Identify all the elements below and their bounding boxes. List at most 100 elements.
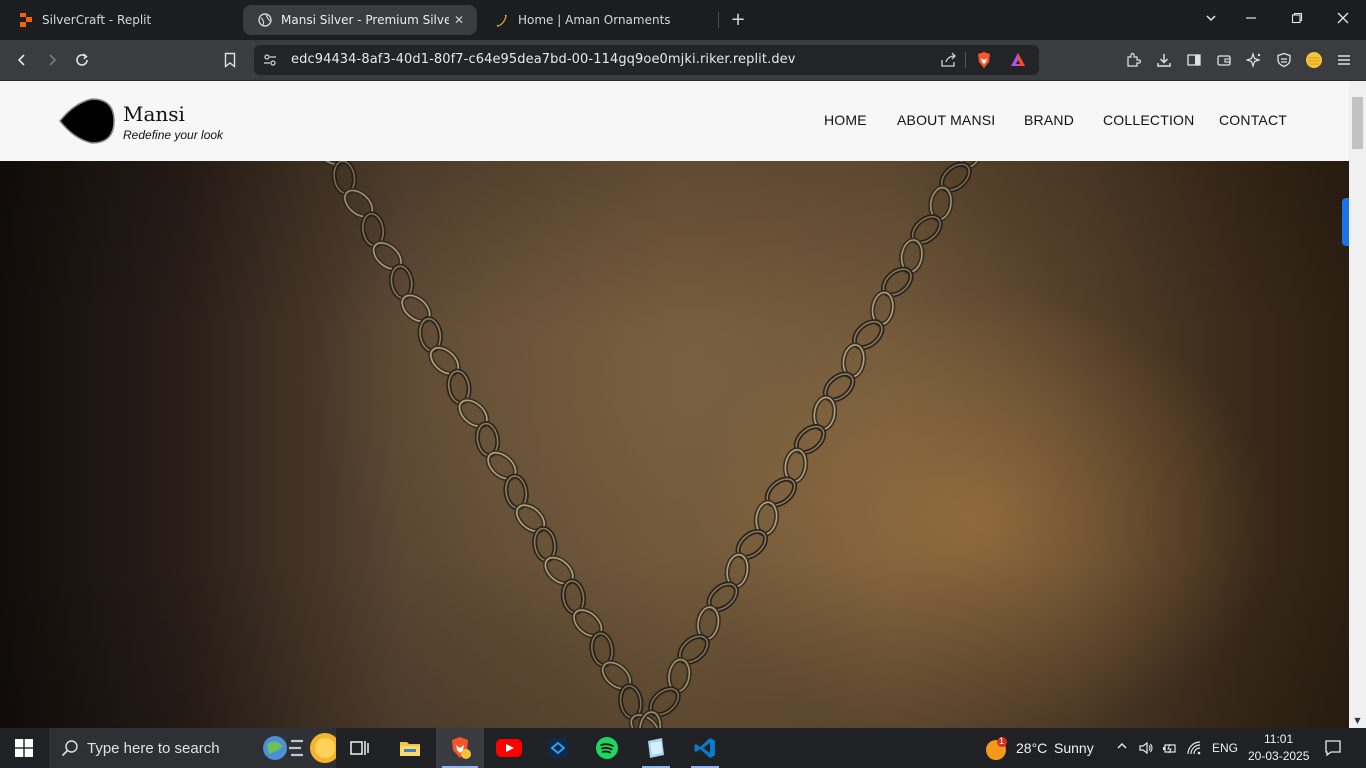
chain-link-highlight xyxy=(458,399,488,428)
minimize-button[interactable] xyxy=(1239,8,1263,32)
task-view-button[interactable] xyxy=(336,728,384,768)
chain-link xyxy=(428,345,461,377)
chain-link xyxy=(331,161,357,196)
url-text[interactable]: edc94434-8af3-40d1-80f7-c64e95dea7bd-00-… xyxy=(291,52,796,67)
chain-link xyxy=(399,292,433,324)
brave-rewards-icon[interactable] xyxy=(1009,51,1027,73)
chain-link-highlight xyxy=(333,161,356,194)
close-icon[interactable]: ✕ xyxy=(451,12,467,28)
chain-link xyxy=(735,528,769,560)
chain-link-highlight xyxy=(737,530,767,559)
vpn-shield-icon[interactable] xyxy=(1272,48,1296,72)
chain-link-highlight xyxy=(755,501,778,535)
chain-link-highlight xyxy=(853,320,883,349)
taskbar-notes-app[interactable] xyxy=(632,728,680,768)
browser-tab-strip: SilverCraft - Replit Mansi Silver - Prem… xyxy=(0,0,1366,40)
chain-link-highlight xyxy=(515,504,546,532)
windows-logo-icon xyxy=(15,739,33,757)
weather-condition[interactable]: Sunny xyxy=(1054,740,1094,756)
wallet-icon[interactable] xyxy=(1212,48,1236,72)
restore-button[interactable] xyxy=(1285,8,1309,32)
nav-about-mansi[interactable]: ABOUT MANSI xyxy=(897,112,995,128)
taskbar-vscode[interactable] xyxy=(681,728,729,768)
tab-title: Mansi Silver - Premium Silver Je xyxy=(281,13,449,27)
chain-link-highlight xyxy=(929,186,952,221)
weather-icon[interactable] xyxy=(985,737,1009,765)
taskbar-search-box[interactable]: Type here to search xyxy=(49,728,340,768)
back-button[interactable] xyxy=(10,48,34,72)
menu-icon[interactable] xyxy=(1332,48,1356,72)
language-indicator[interactable]: ENG xyxy=(1212,741,1238,755)
side-panel-tab[interactable] xyxy=(1342,198,1349,246)
chain-link-highlight xyxy=(562,580,585,614)
taskbar-spotify[interactable] xyxy=(583,728,631,768)
weather-temp[interactable]: 28°C xyxy=(1016,740,1047,756)
taskbar-youtube[interactable] xyxy=(485,728,533,768)
download-icon[interactable] xyxy=(1152,48,1176,72)
chain-link xyxy=(313,161,347,167)
profile-avatar-icon[interactable] xyxy=(1302,48,1326,72)
wifi-icon[interactable] xyxy=(1186,740,1202,756)
page-viewport: Mansi Redefine your look HOME ABOUT MANS… xyxy=(0,81,1349,728)
brand-name[interactable]: Mansi xyxy=(123,102,185,126)
notification-icon[interactable] xyxy=(1324,739,1342,757)
chain-link-highlight xyxy=(882,268,912,296)
browser-toolbar: edc94434-8af3-40d1-80f7-c64e95dea7bd-00-… xyxy=(0,40,1366,81)
share-icon[interactable] xyxy=(940,52,958,72)
nav-collection[interactable]: COLLECTION xyxy=(1103,112,1194,128)
chain-link-highlight xyxy=(601,661,631,690)
tab-aman-ornaments[interactable]: Home | Aman Ornaments xyxy=(480,5,716,35)
brave-shields-icon[interactable] xyxy=(975,51,993,73)
windows-taskbar: Type here to search 1 28°C Sunny ENG 11:… xyxy=(0,728,1366,768)
forward-button[interactable] xyxy=(40,48,64,72)
clock-date[interactable]: 20-03-2025 xyxy=(1248,749,1309,763)
battery-icon[interactable] xyxy=(1162,740,1178,756)
taskbar-app-blue[interactable] xyxy=(534,728,582,768)
page-scrollbar[interactable]: ▼ xyxy=(1349,81,1366,728)
nav-home[interactable]: HOME xyxy=(824,112,867,128)
scrollbar-thumb[interactable] xyxy=(1352,97,1363,149)
clock-time[interactable]: 11:01 xyxy=(1264,732,1293,746)
network-app-icon xyxy=(548,738,568,758)
new-tab-button[interactable]: + xyxy=(728,10,748,30)
tab-mansi-silver[interactable]: Mansi Silver - Premium Silver Je ✕ xyxy=(243,5,477,35)
chain-link-highlight xyxy=(315,161,345,165)
tab-silvercraft-replit[interactable]: SilverCraft - Replit xyxy=(4,5,236,35)
chain-link-highlight xyxy=(649,688,680,716)
bookmark-icon[interactable] xyxy=(218,48,242,72)
url-separator xyxy=(965,52,966,68)
extensions-icon[interactable] xyxy=(1121,48,1145,72)
volume-icon[interactable] xyxy=(1138,740,1154,756)
chain-link xyxy=(753,499,780,537)
notes-app-icon xyxy=(648,738,664,758)
site-info-icon[interactable] xyxy=(262,52,278,72)
sidebar-icon[interactable] xyxy=(1182,48,1206,72)
nav-contact[interactable]: CONTACT xyxy=(1219,112,1287,128)
tab-separator xyxy=(718,12,719,28)
show-hidden-icons-chevron-icon[interactable] xyxy=(1114,740,1130,756)
reload-button[interactable] xyxy=(70,48,94,72)
chain-link xyxy=(600,660,633,691)
chain-link-highlight xyxy=(766,478,796,506)
task-view-icon xyxy=(350,741,369,755)
nav-brand[interactable]: BRAND xyxy=(1024,112,1074,128)
start-button[interactable] xyxy=(0,728,48,768)
chain-link xyxy=(910,214,943,246)
chain-link xyxy=(724,552,750,589)
taskbar-brave-browser[interactable] xyxy=(436,728,484,768)
search-highlight-icon[interactable] xyxy=(261,732,340,768)
taskbar-file-explorer[interactable] xyxy=(386,728,434,768)
mansi-logo-icon[interactable] xyxy=(58,97,116,145)
chain-link xyxy=(764,476,798,508)
chain-link-highlight xyxy=(447,370,470,404)
chain-link xyxy=(637,709,663,728)
address-bar[interactable]: edc94434-8af3-40d1-80f7-c64e95dea7bd-00-… xyxy=(254,45,1039,75)
chain-link xyxy=(628,712,662,728)
youtube-icon xyxy=(496,739,522,757)
chain-link xyxy=(503,473,529,511)
scroll-down-arrow-icon[interactable]: ▼ xyxy=(1353,716,1362,725)
close-window-button[interactable] xyxy=(1331,8,1355,32)
leo-ai-icon[interactable] xyxy=(1242,48,1266,72)
chain-link-highlight xyxy=(842,344,865,378)
tab-search-chevron-icon[interactable] xyxy=(1199,8,1223,32)
